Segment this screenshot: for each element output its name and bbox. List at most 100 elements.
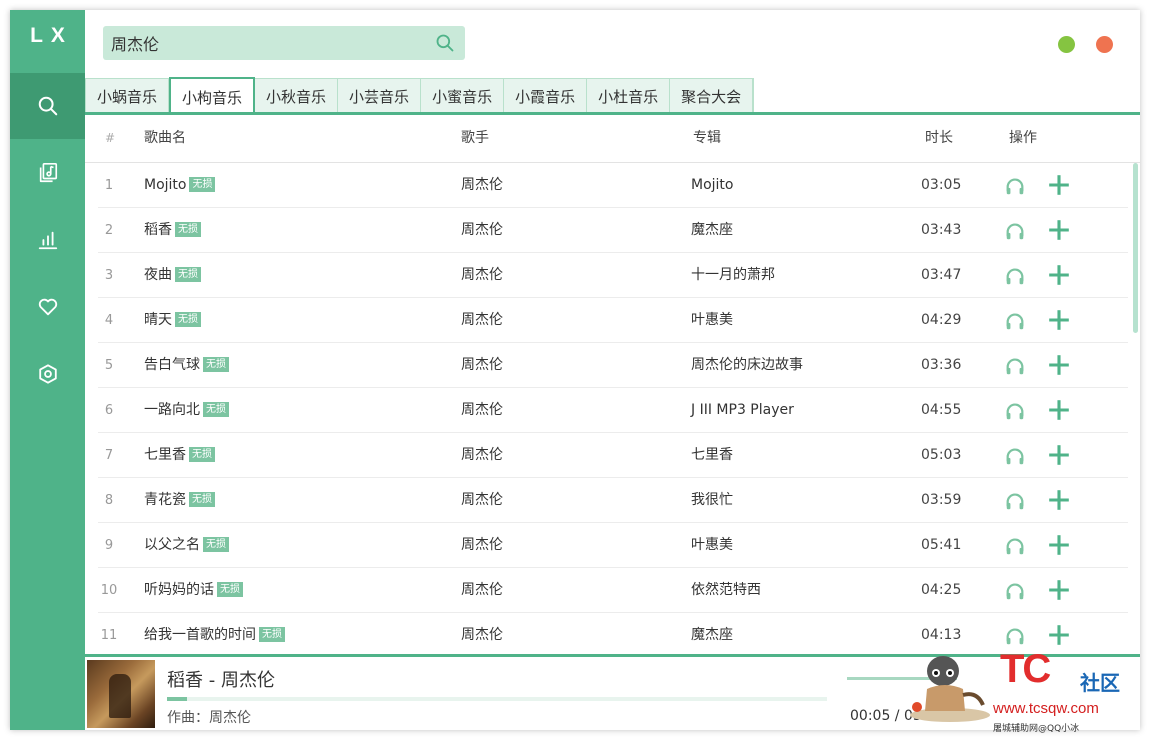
- search-box: [103, 26, 465, 60]
- listen-headphones-icon[interactable]: [1004, 580, 1026, 602]
- add-to-list-icon[interactable]: [1048, 219, 1070, 241]
- listen-headphones-icon[interactable]: [1004, 175, 1026, 197]
- sidebar-item-favorites[interactable]: [10, 274, 85, 340]
- song-album: 我很忙: [691, 492, 733, 508]
- song-album: 十一月的萧邦: [691, 267, 775, 283]
- scrollbar[interactable]: [1133, 163, 1138, 333]
- tab-source-5[interactable]: 小蜜音乐: [421, 79, 505, 113]
- row-number: 6: [104, 403, 114, 418]
- add-to-list-icon[interactable]: [1048, 399, 1070, 421]
- row-number: 2: [104, 223, 114, 238]
- tab-aggregate[interactable]: 聚合大会: [670, 79, 754, 113]
- lossless-badge: 无损: [175, 311, 201, 327]
- lossless-badge: 无损: [189, 176, 216, 192]
- table-row[interactable]: 2 稻香 无损 周杰伦 魔杰座 03:43: [98, 208, 1128, 253]
- song-duration: 04:55: [921, 402, 962, 418]
- minimize-button[interactable]: [1058, 36, 1075, 53]
- song-name: 给我一首歌的时间 无损: [144, 613, 285, 658]
- search-input[interactable]: [111, 26, 421, 60]
- table-row[interactable]: 3 夜曲 无损 周杰伦 十一月的萧邦 03:47: [98, 253, 1128, 298]
- listen-headphones-icon[interactable]: [1004, 400, 1026, 422]
- sidebar-item-settings[interactable]: [10, 341, 85, 407]
- song-album: 七里香: [691, 447, 733, 463]
- song-artist: 周杰伦: [461, 222, 503, 238]
- row-number: 1: [104, 178, 114, 193]
- table-row[interactable]: 10 听妈妈的话 无损 周杰伦 依然范特西 04:25: [98, 568, 1128, 613]
- add-to-list-icon[interactable]: [1048, 534, 1070, 556]
- add-to-list-icon[interactable]: [1048, 489, 1070, 511]
- listen-headphones-icon[interactable]: [1004, 490, 1026, 512]
- row-number: 5: [104, 358, 114, 373]
- listen-headphones-icon[interactable]: [1004, 265, 1026, 287]
- listen-headphones-icon[interactable]: [1004, 625, 1026, 647]
- song-duration: 05:41: [921, 537, 962, 553]
- table-row[interactable]: 4 晴天 无损 周杰伦 叶惠美 04:29: [98, 298, 1128, 343]
- listen-headphones-icon[interactable]: [1004, 310, 1026, 332]
- search-icon: [436, 34, 454, 52]
- song-album: 依然范特西: [691, 582, 761, 598]
- lossless-badge: 无损: [175, 266, 201, 282]
- watermark-community: 社区: [1080, 671, 1120, 695]
- tab-source-6[interactable]: 小霞音乐: [504, 79, 588, 113]
- song-title: 以父之名: [144, 537, 200, 553]
- song-artist: 周杰伦: [461, 357, 503, 373]
- close-button[interactable]: [1096, 36, 1113, 53]
- song-name: 以父之名 无损: [144, 523, 229, 568]
- col-header-artist: 歌手: [461, 130, 489, 146]
- song-title: 一路向北: [144, 402, 200, 418]
- song-name: 青花瓷 无损: [144, 478, 215, 523]
- search-button[interactable]: [433, 32, 457, 54]
- add-to-list-icon[interactable]: [1048, 354, 1070, 376]
- table-row[interactable]: 8 青花瓷 无损 周杰伦 我很忙 03:59: [98, 478, 1128, 523]
- progress-bar[interactable]: [167, 697, 827, 701]
- table-row[interactable]: 9 以父之名 无损 周杰伦 叶惠美 05:41: [98, 523, 1128, 568]
- song-duration: 04:25: [921, 582, 962, 598]
- add-to-list-icon[interactable]: [1048, 444, 1070, 466]
- tab-source-3[interactable]: 小秋音乐: [255, 79, 339, 113]
- table-row[interactable]: 6 一路向北 无损 周杰伦 J III MP3 Player 04:55: [98, 388, 1128, 433]
- sidebar-item-songlist[interactable]: [10, 140, 85, 206]
- add-to-list-icon[interactable]: [1048, 624, 1070, 646]
- table-row[interactable]: 1 Mojito 无损 周杰伦 Mojito 03:05: [98, 163, 1128, 208]
- song-title: 告白气球: [144, 357, 200, 373]
- sidebar-item-leaderboard[interactable]: [10, 207, 85, 273]
- tab-source-2[interactable]: 小枸音乐: [169, 77, 256, 115]
- tab-source-4[interactable]: 小芸音乐: [338, 79, 422, 113]
- col-header-duration: 时长: [925, 130, 953, 146]
- sidebar-item-search[interactable]: [10, 73, 85, 139]
- listen-headphones-icon[interactable]: [1004, 220, 1026, 242]
- listen-headphones-icon[interactable]: [1004, 355, 1026, 377]
- lossless-badge: 无损: [203, 401, 229, 417]
- song-title: 给我一首歌的时间: [144, 627, 256, 643]
- lossless-badge: 无损: [189, 446, 215, 462]
- listen-headphones-icon[interactable]: [1004, 445, 1026, 467]
- lossless-badge: 无损: [203, 536, 229, 552]
- col-header-album: 专辑: [693, 130, 721, 146]
- song-duration: 05:03: [921, 447, 962, 463]
- add-to-list-icon[interactable]: [1048, 579, 1070, 601]
- table-row[interactable]: 7 七里香 无损 周杰伦 七里香 05:03: [98, 433, 1128, 478]
- lossless-badge: 无损: [217, 581, 243, 597]
- col-header-num: #: [105, 131, 116, 145]
- sidebar: LX: [10, 10, 85, 730]
- song-name: 夜曲 无损: [144, 253, 201, 298]
- song-album: Mojito: [691, 177, 734, 193]
- add-to-list-icon[interactable]: [1048, 264, 1070, 286]
- song-name: 一路向北 无损: [144, 388, 229, 433]
- tab-source-1[interactable]: 小蜗音乐: [86, 79, 170, 113]
- add-to-list-icon[interactable]: [1048, 309, 1070, 331]
- listen-headphones-icon[interactable]: [1004, 535, 1026, 557]
- col-header-name: 歌曲名: [144, 130, 186, 146]
- table-row[interactable]: 5 告白气球 无损 周杰伦 周杰伦的床边故事 03:36: [98, 343, 1128, 388]
- row-number: 9: [104, 538, 114, 553]
- song-duration: 04:29: [921, 312, 962, 328]
- tab-source-7[interactable]: 小杜音乐: [587, 79, 671, 113]
- lossless-badge: 无损: [189, 491, 215, 507]
- song-album: 叶惠美: [691, 312, 733, 328]
- add-to-list-icon[interactable]: [1048, 174, 1070, 196]
- heart-icon: [38, 298, 57, 316]
- album-cover[interactable]: [87, 660, 155, 728]
- lossless-badge: 无损: [259, 626, 285, 642]
- row-number: 10: [100, 583, 118, 598]
- song-album: 周杰伦的床边故事: [691, 357, 803, 373]
